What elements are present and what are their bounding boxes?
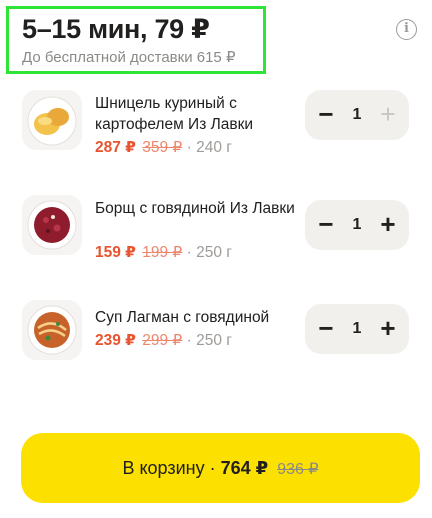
old-price: 359 ₽ [142,139,183,156]
item-weight: · 240 г [186,139,232,156]
quantity-value: 1 [352,320,362,337]
item-name[interactable]: Шницель куриный с картофелем Из Лавки [95,93,295,135]
price-line: 287 ₽ 359 ₽ · 240 г [95,138,232,158]
quantity-value: 1 [352,216,362,233]
cart-item: Шницель куриный с картофелем Из Лавки 28… [22,90,412,170]
current-price: 287 ₽ [95,139,136,156]
item-weight: · 250 г [186,332,232,349]
price-line: 239 ₽ 299 ₽ · 250 г [95,331,232,351]
cart-item: Борщ с говядиной Из Лавки 159 ₽ 199 ₽ · … [22,195,412,275]
cart-old-total: 936 ₽ [277,461,319,478]
item-name[interactable]: Суп Лагман с говядиной [95,307,295,328]
add-to-cart-button[interactable]: В корзину · 764 ₽ 936 ₽ [21,433,420,503]
item-weight: · 250 г [186,244,232,261]
cart-button-separator: · [209,458,216,478]
schnitzel-with-potatoes-image [22,90,82,150]
cart-item: Суп Лагман с говядиной 239 ₽ 299 ₽ · 250… [22,300,412,380]
quantity-stepper: − 1 + [305,304,409,354]
info-icon[interactable]: i [396,19,417,40]
borscht-image [22,195,82,255]
current-price: 159 ₽ [95,244,136,261]
quantity-value: 1 [352,106,362,123]
quantity-stepper: − 1 + [305,200,409,250]
quantity-stepper: − 1 + [305,90,409,140]
free-delivery-threshold: До бесплатной доставки 615 ₽ [22,49,236,66]
old-price: 199 ₽ [142,244,183,261]
decrease-button[interactable]: − [309,90,343,140]
increase-button[interactable]: + [371,200,405,250]
increase-button[interactable]: + [371,90,405,140]
cart-total: 764 ₽ [220,458,269,478]
delivery-summary: 5–15 мин, 79 ₽ До бесплатной доставки 61… [6,6,266,74]
increase-button[interactable]: + [371,304,405,354]
old-price: 299 ₽ [142,332,183,349]
decrease-button[interactable]: − [309,200,343,250]
price-line: 159 ₽ 199 ₽ · 250 г [95,243,232,263]
decrease-button[interactable]: − [309,304,343,354]
item-name[interactable]: Борщ с говядиной Из Лавки [95,198,295,219]
delivery-time-and-cost: 5–15 мин, 79 ₽ [22,14,210,44]
lagman-soup-image [22,300,82,360]
current-price: 239 ₽ [95,332,136,349]
cart-button-label: В корзину [122,458,205,478]
